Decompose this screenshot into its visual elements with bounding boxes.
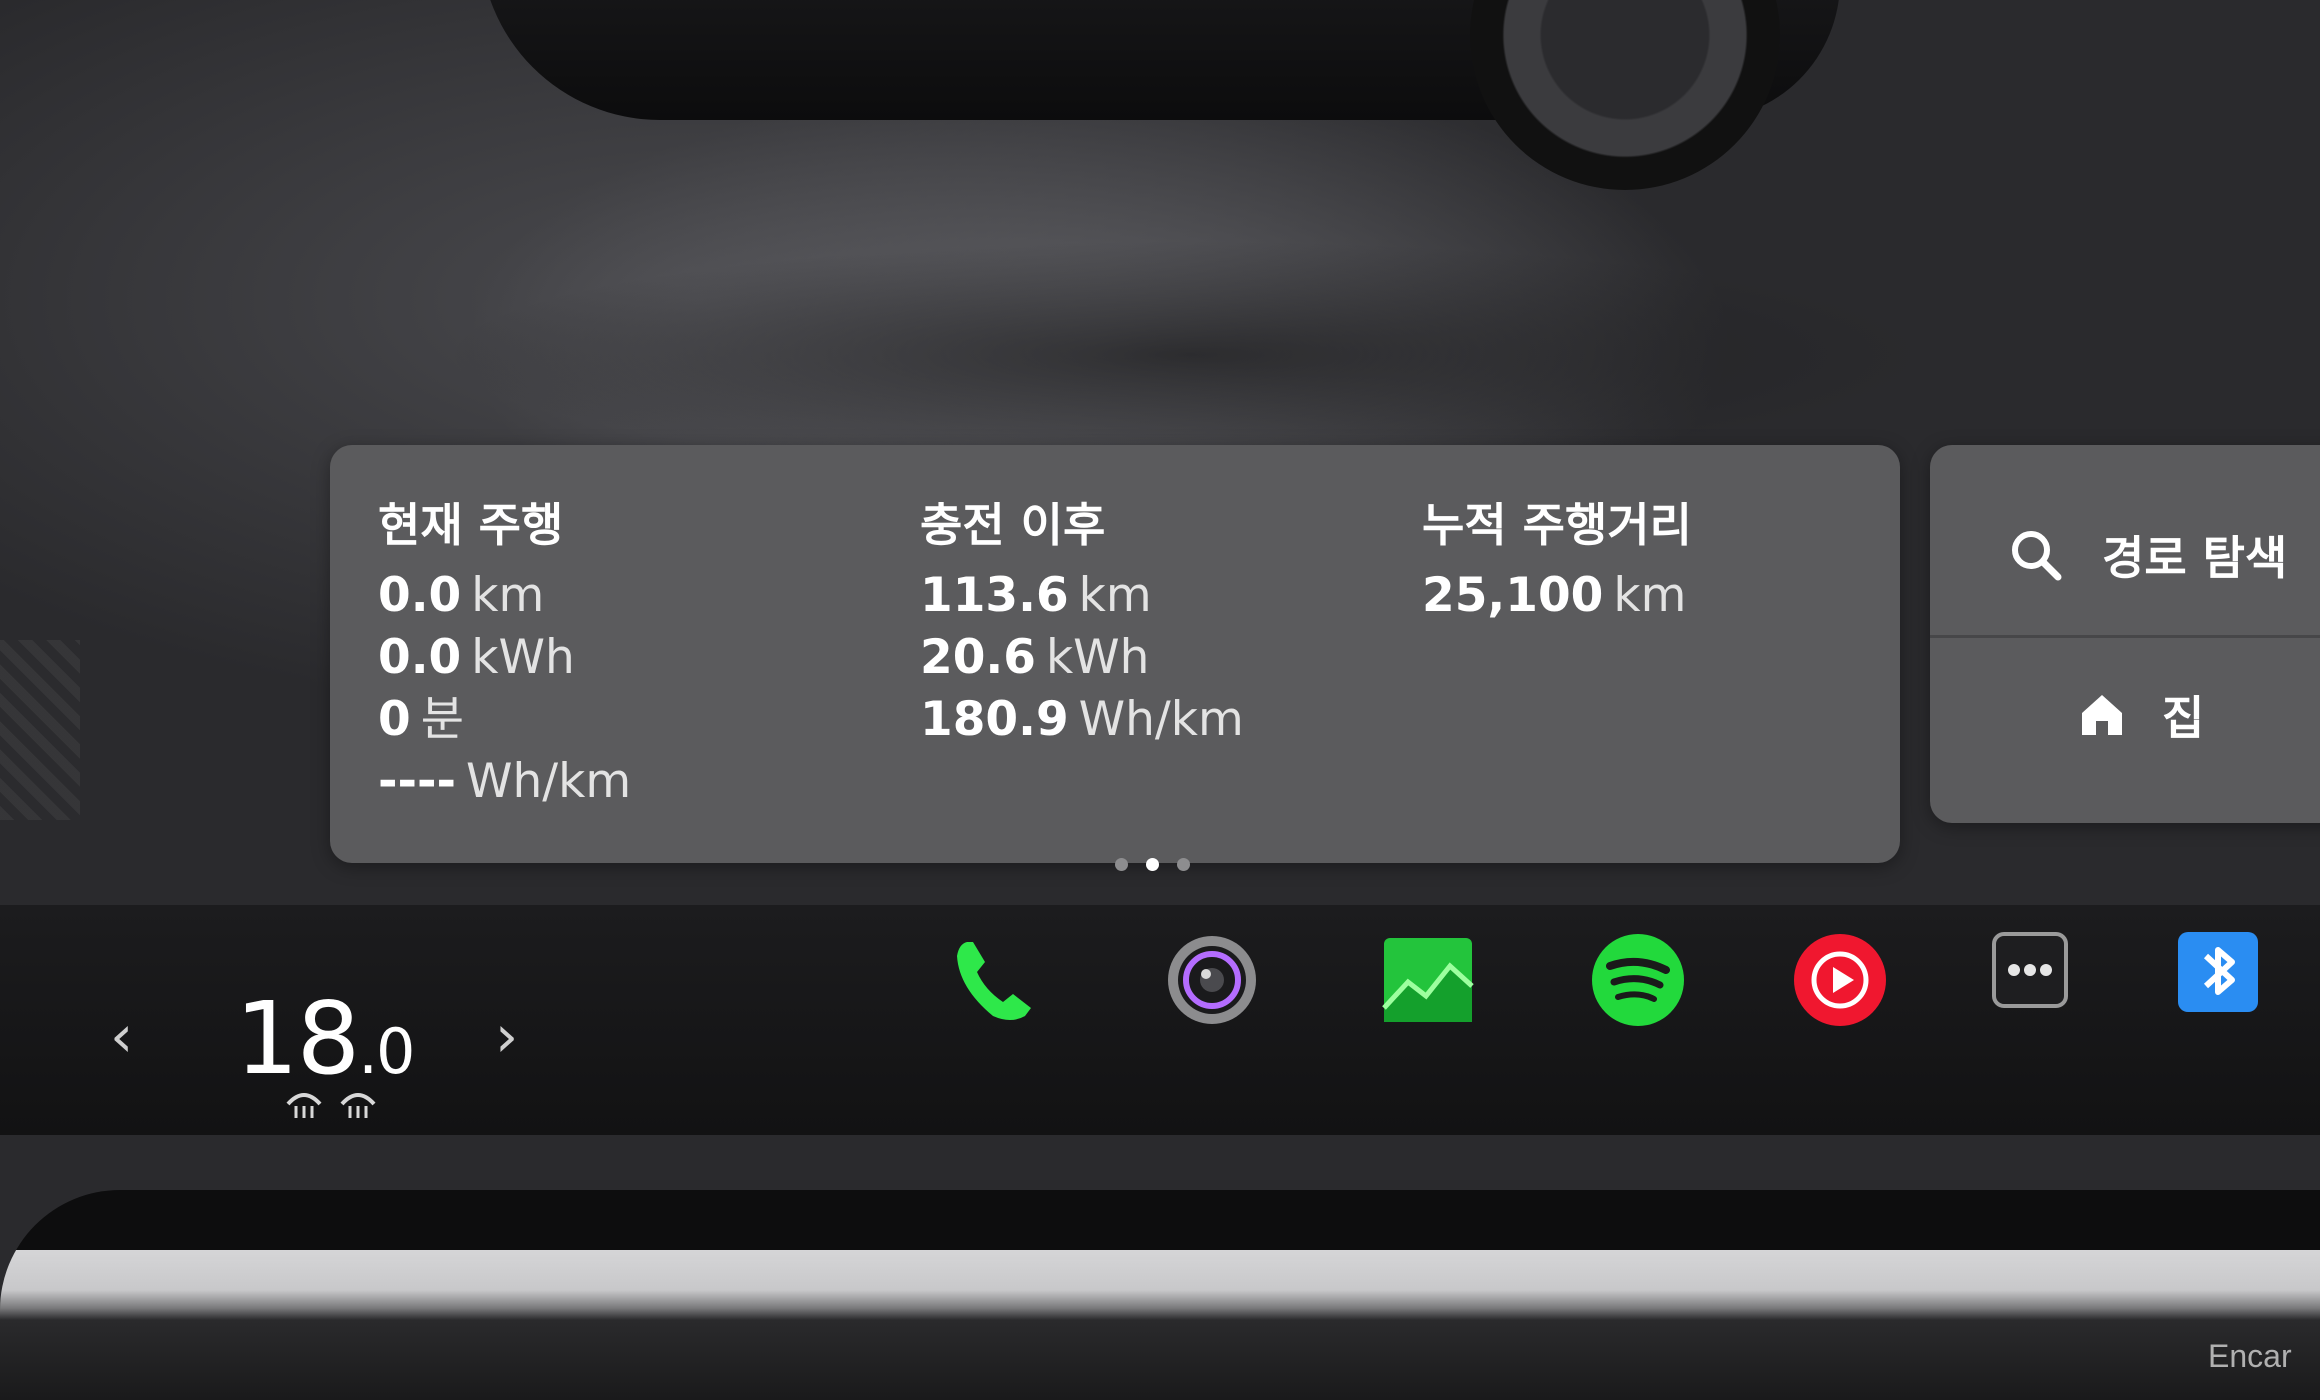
more-icon [1992,932,2068,1008]
spotify-icon [1592,934,1684,1026]
temperature-decrease-button[interactable]: ‹ [110,1002,133,1070]
pager-dot[interactable] [1177,858,1190,871]
bluetooth-app-button[interactable] [2176,930,2260,1014]
route-search-label: 경로 탐색 [2102,531,2288,585]
background-pattern [0,640,80,820]
camera-icon [1168,936,1256,1024]
watermark: Encar [2208,1338,2292,1374]
trip-info-card[interactable]: 현재 주행 0.0 km 0.0 kWh 0분 ---- Wh/km 충전 이후 11… [330,445,1900,863]
media-player-button[interactable] [1790,930,1890,1030]
pager-dot[interactable] [1115,858,1128,871]
temperature-display[interactable]: 18.0 [235,980,415,1097]
odometer-value: 25,100 km [1422,568,1687,623]
bluetooth-icon [2178,932,2258,1012]
seat-heater-left-icon[interactable] [282,1082,326,1122]
play-icon [1794,934,1886,1026]
since-charge-column: 충전 이후 113.6 km 20.6 kWh 180.9 Wh/km [920,485,1244,751]
search-icon [2012,531,2062,581]
current-trip-efficiency: ---- Wh/km [378,754,632,809]
seat-heater-right-icon[interactable] [336,1082,380,1122]
screen-bezel [0,1190,2320,1400]
current-trip-distance: 0.0 km [378,568,545,623]
nav-divider [1930,635,2320,638]
climate-control: ‹ 18.0 › [110,960,550,1140]
energy-chart-icon [1382,938,1474,1022]
energy-app-button[interactable] [1378,930,1478,1030]
odometer-column: 누적 주행거리 25,100 km [1422,485,1692,627]
since-charge-title: 충전 이후 [920,498,1106,552]
more-apps-button[interactable] [1990,930,2070,1010]
pager-dot-active[interactable] [1146,858,1159,871]
home-label: 집 [2162,691,2205,745]
car-reflection [440,240,1940,470]
camera-app-button[interactable] [1162,930,1262,1030]
since-charge-energy: 20.6 kWh [920,630,1150,685]
spotify-app-button[interactable] [1588,930,1688,1030]
home-button[interactable]: 집 [1930,640,2320,790]
current-trip-energy: 0.0 kWh [378,630,575,685]
current-trip-column: 현재 주행 0.0 km 0.0 kWh 0분 ---- Wh/km [378,485,631,813]
phone-icon [957,942,1031,1020]
home-icon [2082,695,2122,735]
seat-heater-controls[interactable] [282,1082,380,1122]
current-trip-title: 현재 주행 [378,498,564,552]
odometer-title: 누적 주행거리 [1422,498,1692,552]
navigation-card: 경로 탐색 집 [1930,445,2320,823]
card-pager[interactable] [1115,858,1190,871]
phone-app-button[interactable] [945,930,1045,1030]
since-charge-efficiency: 180.9 Wh/km [920,692,1244,747]
route-search-button[interactable]: 경로 탐색 [1930,485,2320,625]
since-charge-distance: 113.6 km [920,568,1152,623]
temperature-increase-button[interactable]: › [495,1002,518,1070]
current-trip-duration: 0분 [378,692,464,747]
